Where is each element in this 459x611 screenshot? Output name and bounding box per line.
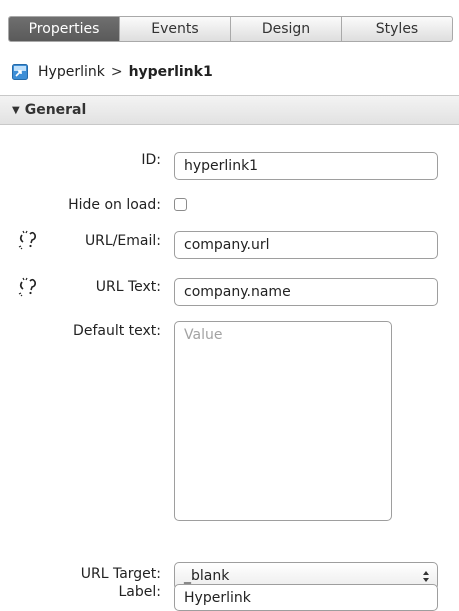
hide-on-load-label: Hide on load: bbox=[68, 197, 161, 213]
select-arrows-icon bbox=[423, 571, 429, 582]
tab-bar: Properties Events Design Styles bbox=[8, 16, 453, 42]
id-label: ID: bbox=[141, 152, 161, 168]
breadcrumb-parent[interactable]: Hyperlink bbox=[38, 64, 105, 80]
disclosure-triangle-icon: ▼ bbox=[12, 104, 20, 116]
section-general-header[interactable]: ▼ General bbox=[0, 95, 459, 125]
tab-events[interactable]: Events bbox=[119, 17, 230, 41]
label-label: Label: bbox=[118, 584, 162, 600]
default-text-label: Default text: bbox=[73, 323, 161, 339]
breadcrumb-separator: > bbox=[110, 64, 123, 80]
url-target-label: URL Target: bbox=[80, 566, 161, 582]
url-text-field[interactable]: company.name bbox=[174, 278, 438, 306]
section-title: General bbox=[24, 102, 87, 118]
broken-link-icon[interactable] bbox=[18, 277, 42, 297]
url-text-label: URL Text: bbox=[95, 279, 161, 295]
default-text-textarea[interactable]: Value bbox=[174, 321, 392, 521]
hyperlink-widget-icon bbox=[12, 64, 28, 80]
hide-on-load-checkbox[interactable] bbox=[174, 198, 187, 211]
breadcrumb-current: hyperlink1 bbox=[128, 64, 213, 80]
url-email-field[interactable]: company.url bbox=[174, 231, 438, 259]
broken-link-icon[interactable] bbox=[18, 230, 42, 250]
default-text-placeholder: Value bbox=[184, 327, 223, 343]
tab-properties[interactable]: Properties bbox=[9, 17, 119, 41]
label-field[interactable]: Hyperlink bbox=[174, 584, 438, 611]
breadcrumb: Hyperlink > hyperlink1 bbox=[12, 60, 213, 84]
tab-styles[interactable]: Styles bbox=[341, 17, 452, 41]
tab-design[interactable]: Design bbox=[230, 17, 341, 41]
id-field[interactable]: hyperlink1 bbox=[174, 152, 438, 180]
url-email-label: URL/Email: bbox=[84, 233, 161, 249]
url-target-value: _blank bbox=[184, 568, 230, 584]
